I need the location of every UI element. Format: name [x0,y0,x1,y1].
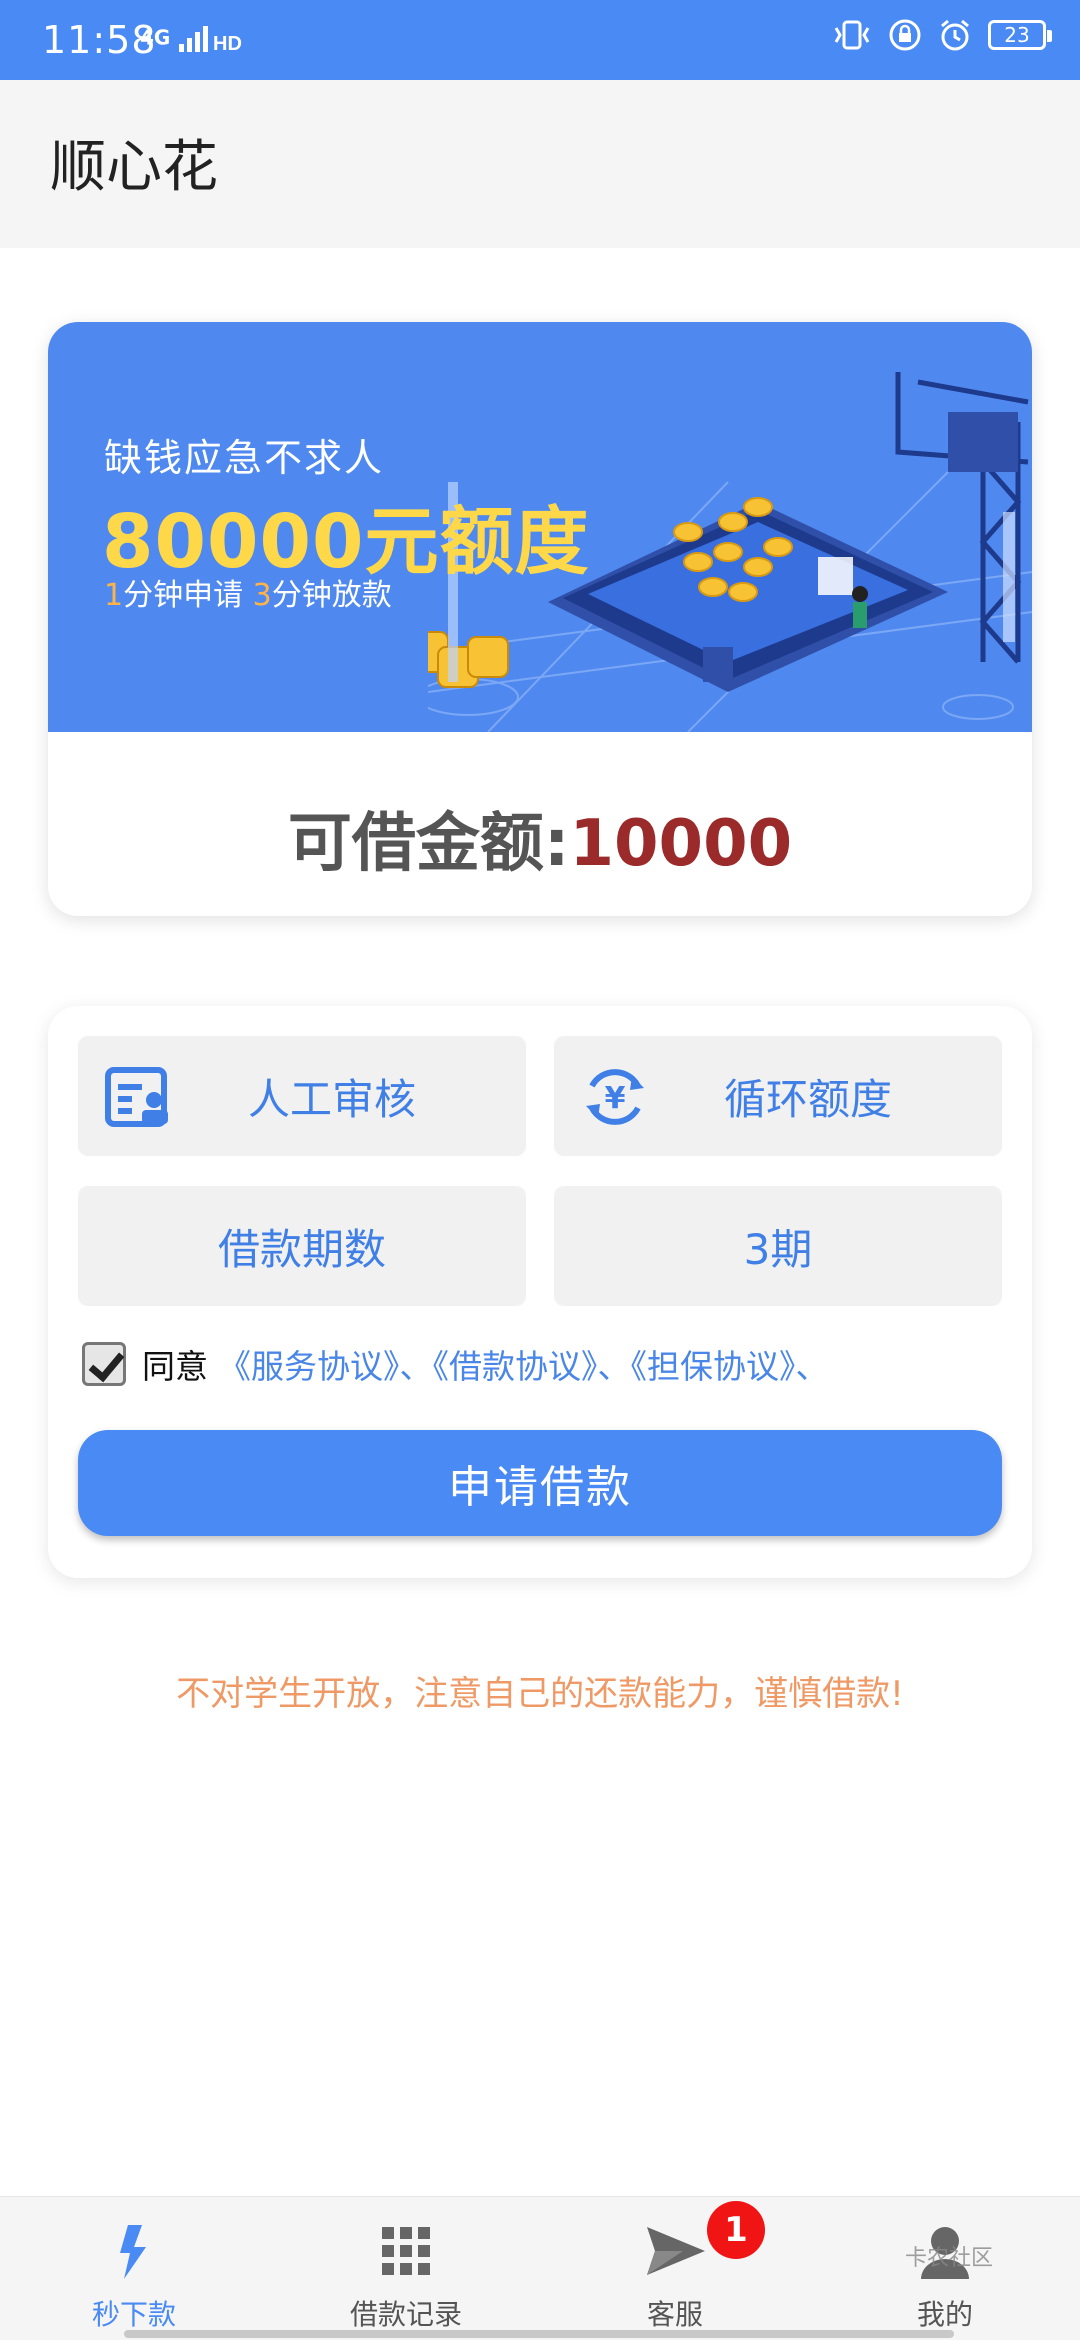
loan-term-label-tile: 借款期数 [78,1186,526,1306]
svg-text:HD: HD [213,33,242,54]
tab-loan-records[interactable]: 借款记录 [306,2197,506,2340]
app-header: 顺心花 [0,80,1080,248]
loan-term-select[interactable]: 3期 [554,1186,1002,1306]
agreement-checkbox[interactable] [82,1342,126,1386]
promo-banner[interactable]: 缺钱应急不求人 80000元额度 1分钟申请 3分钟放款 [48,322,1032,732]
banner-card: 缺钱应急不求人 80000元额度 1分钟申请 3分钟放款 可借金额:10000 [48,322,1032,916]
page-title: 顺心花 [50,135,218,200]
amount-value: 10000 [569,807,793,881]
svg-text:¥: ¥ [605,1081,626,1116]
tab-instant-loan[interactable]: 秒下款 [34,2197,234,2340]
battery-icon: 23 [988,20,1052,50]
watermark-logo: 卡农社区 [905,2246,994,2271]
available-amount: 可借金额:10000 [48,792,1032,884]
home-indicator [124,2330,954,2338]
tab-customer-service-label: 客服 [646,2298,703,2331]
status-bar: 11:58 4G HD 23 [0,0,1080,80]
send-icon [647,2227,705,2275]
vibrate-icon [834,20,870,50]
grid-icon [382,2227,430,2275]
lightning-icon [120,2225,146,2279]
loan-term-label: 借款期数 [217,1224,386,1274]
review-icon [105,1067,168,1127]
manual-review-label: 人工审核 [247,1074,416,1124]
yuan-cycle-icon: ¥ [586,1069,644,1125]
tab-customer-service[interactable]: 1 客服 [575,2197,775,2340]
revolving-quota-label: 循环额度 [723,1074,892,1124]
loan-term-value: 3期 [743,1224,813,1274]
status-icons: 23 [832,18,1052,52]
loan-form-card: 人工审核 ¥ 循环额度 借款期数 3期 同意 《服务协议》、《借款协议》、《担保… [48,1006,1032,1578]
banner-sub-num2: 3 [252,578,272,613]
apply-loan-button[interactable]: 申请借款 [78,1430,1002,1536]
tab-loan-records-label: 借款记录 [349,2298,462,2331]
banner-sub-text1: 分钟申请 [123,578,253,613]
network-indicator: 4G HD [140,24,247,56]
banner-slogan: 缺钱应急不求人 [104,436,385,480]
student-notice: 不对学生开放，注意自己的还款能力，谨慎借款! [176,1674,904,1714]
tab-instant-loan-label: 秒下款 [91,2298,176,2331]
tab-mine-label: 我的 [916,2298,973,2331]
agreement-row: 同意 《服务协议》、《借款协议》、《担保协议》、 [82,1340,829,1388]
lock-icon [889,19,921,51]
banner-subtitle: 1分钟申请 3分钟放款 [104,570,392,614]
amount-label: 可借金额: [287,807,570,881]
agreement-prefix: 同意 [142,1347,208,1386]
alarm-icon [941,19,969,51]
notification-badge: 1 [707,2201,765,2259]
agreement-links[interactable]: 《服务协议》、《借款协议》、《担保协议》、 [218,1340,829,1388]
banner-sub-text2: 分钟放款 [271,578,392,613]
banner-sub-num1: 1 [104,578,124,613]
manual-review-tile[interactable]: 人工审核 [78,1036,526,1156]
revolving-quota-tile[interactable]: ¥ 循环额度 [554,1036,1002,1156]
signal-icon: HD [179,26,242,55]
network-label: 4G [140,25,171,50]
